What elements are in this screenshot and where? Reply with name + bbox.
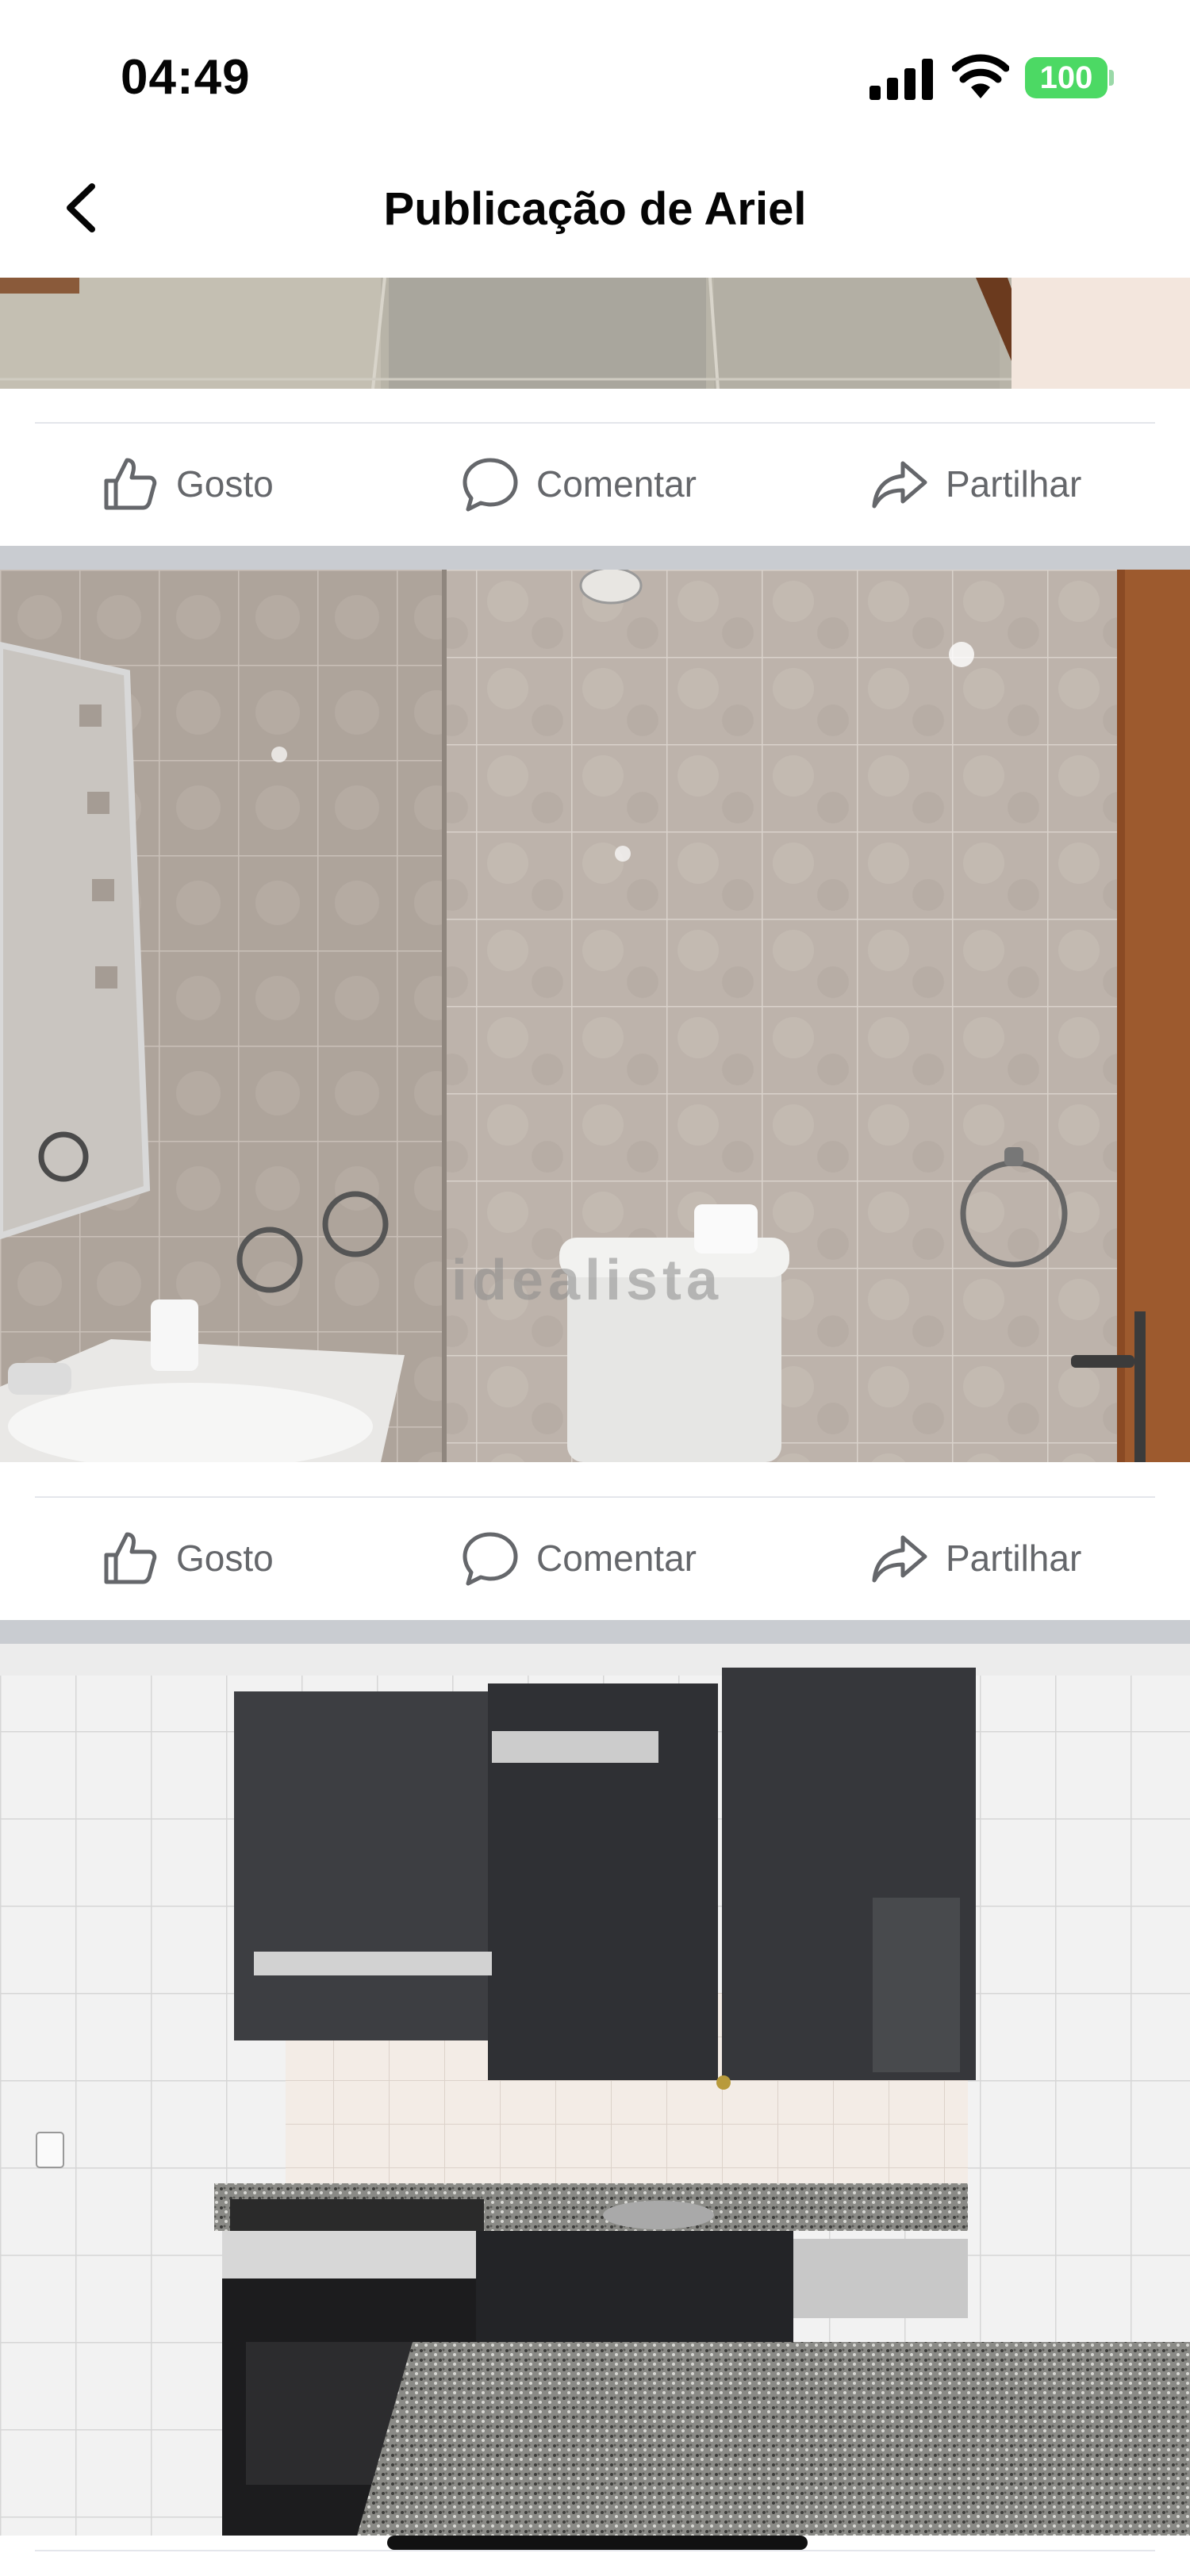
comment-label: Comentar	[536, 463, 697, 505]
status-bar: 04:49 100	[0, 0, 1190, 139]
action-bar-1: Gosto Comentar Partilhar	[0, 422, 1190, 546]
action-divider	[35, 422, 1155, 424]
home-indicator[interactable]	[387, 2536, 808, 2550]
comment-button[interactable]: Comentar	[460, 1528, 697, 1588]
share-label: Partilhar	[946, 1538, 1082, 1579]
share-button[interactable]: Partilhar	[869, 454, 1081, 514]
action-bar-2: Gosto Comentar Partilhar	[0, 1496, 1190, 1620]
page-title: Publicação de Ariel	[383, 183, 807, 235]
floor-photo[interactable]	[0, 278, 1190, 389]
like-label: Gosto	[176, 1538, 274, 1579]
comment-button[interactable]: Comentar	[460, 454, 697, 514]
bathroom-photo[interactable]: idealista	[0, 570, 1190, 1462]
post-separator	[0, 1620, 1190, 1644]
comment-label: Comentar	[536, 1538, 697, 1579]
share-button[interactable]: Partilhar	[869, 1528, 1081, 1588]
battery-indicator: 100	[1025, 57, 1107, 98]
status-time: 04:49	[121, 50, 251, 105]
watermark-text: idealista	[451, 1249, 723, 1312]
comment-bubble-icon	[463, 1532, 518, 1586]
kitchen-photo[interactable]	[0, 1644, 1190, 2536]
like-button[interactable]: Gosto	[100, 1528, 274, 1588]
like-button[interactable]: Gosto	[100, 454, 274, 514]
thumbs-up-icon	[104, 458, 157, 510]
share-arrow-icon	[872, 1535, 927, 1583]
like-label: Gosto	[176, 463, 274, 505]
action-divider	[35, 1496, 1155, 1498]
share-label: Partilhar	[946, 463, 1082, 505]
action-divider	[35, 2550, 1155, 2551]
battery-cap	[1109, 70, 1114, 86]
thumbs-up-icon	[104, 1532, 157, 1584]
share-arrow-icon	[872, 461, 927, 509]
wifi-icon	[952, 54, 1009, 98]
comment-bubble-icon	[463, 458, 518, 512]
post-separator	[0, 546, 1190, 570]
cellular-signal-icon	[869, 59, 933, 100]
post-header: Publicação de Ariel	[0, 139, 1190, 278]
